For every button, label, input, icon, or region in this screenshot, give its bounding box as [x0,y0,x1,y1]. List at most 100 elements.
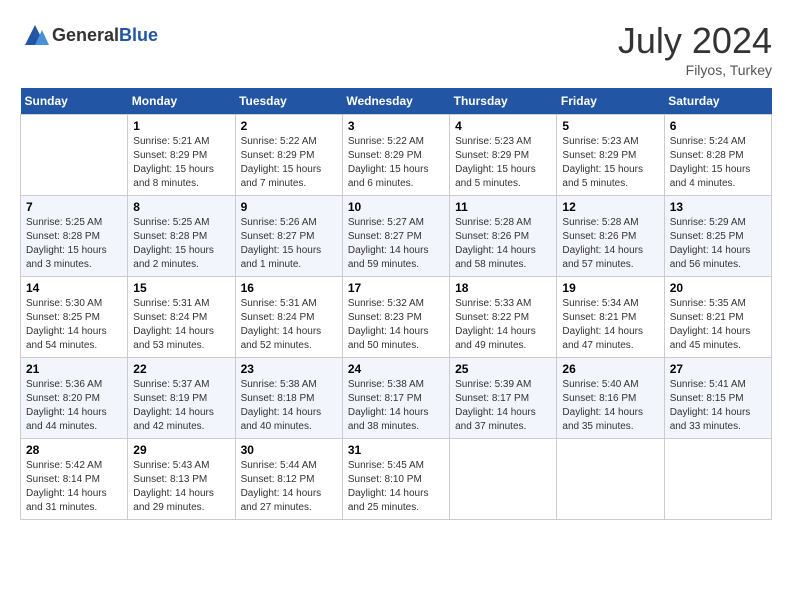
calendar-day-cell: 22Sunrise: 5:37 AM Sunset: 8:19 PM Dayli… [128,358,235,439]
weekday-header-wednesday: Wednesday [342,88,449,115]
calendar-day-cell: 17Sunrise: 5:32 AM Sunset: 8:23 PM Dayli… [342,277,449,358]
calendar-week-row: 14Sunrise: 5:30 AM Sunset: 8:25 PM Dayli… [21,277,772,358]
calendar-day-cell: 18 Sunrise: 5:33 AM Sunset: 8:22 PM Dayli… [450,277,557,358]
calendar-day-cell: 4 Sunrise: 5:23 AM Sunset: 8:29 PM Daylig… [450,115,557,196]
calendar-day-cell: 9 Sunrise: 5:26 AM Sunset: 8:27 PM Daylig… [235,196,342,277]
day-number: 1 [133,119,229,133]
title-block: July 2024 Filyos, Turkey [618,20,772,78]
day-info: Sunrise: 5:25 AM Sunset: 8:28 PM Dayligh… [26,216,122,272]
calendar-day-cell: 24 Sunrise: 5:38 AM Sunset: 8:17 PM Dayli… [342,358,449,439]
day-number: 29 [133,443,229,457]
day-info: Sunrise: 5:33 AM Sunset: 8:22 PM Dayligh… [455,297,551,353]
day-info: Sunrise: 5:44 AM Sunset: 8:12 PM Dayligh… [241,459,337,515]
day-info: Sunrise: 5:23 AM Sunset: 8:29 PM Dayligh… [455,135,551,191]
day-number: 30 [241,443,337,457]
calendar-day-cell: 13Sunrise: 5:29 AM Sunset: 8:25 PM Dayli… [664,196,771,277]
day-info: Sunrise: 5:29 AM Sunset: 8:25 PM Dayligh… [670,216,766,272]
day-number: 19 [562,281,658,295]
month-year-title: July 2024 [618,20,772,62]
calendar-day-cell: 11 Sunrise: 5:28 AM Sunset: 8:26 PM Dayli… [450,196,557,277]
day-number: 5 [562,119,658,133]
calendar-day-cell: 12Sunrise: 5:28 AM Sunset: 8:26 PM Dayli… [557,196,664,277]
day-number: 20 [670,281,766,295]
day-number: 23 [241,362,337,376]
weekday-header-thursday: Thursday [450,88,557,115]
day-number: 15 [133,281,229,295]
calendar-day-cell: 19 Sunrise: 5:34 AM Sunset: 8:21 PM Dayli… [557,277,664,358]
day-info: Sunrise: 5:43 AM Sunset: 8:13 PM Dayligh… [133,459,229,515]
day-number: 7 [26,200,122,214]
calendar-day-cell: 30 Sunrise: 5:44 AM Sunset: 8:12 PM Dayli… [235,439,342,520]
day-info: Sunrise: 5:31 AM Sunset: 8:24 PM Dayligh… [241,297,337,353]
day-info: Sunrise: 5:30 AM Sunset: 8:25 PM Dayligh… [26,297,122,353]
day-info: Sunrise: 5:28 AM Sunset: 8:26 PM Dayligh… [562,216,658,272]
day-info: Sunrise: 5:41 AM Sunset: 8:15 PM Dayligh… [670,378,766,434]
weekday-header-monday: Monday [128,88,235,115]
calendar-day-cell: 29 Sunrise: 5:43 AM Sunset: 8:13 PM Dayli… [128,439,235,520]
day-info: Sunrise: 5:42 AM Sunset: 8:14 PM Dayligh… [26,459,122,515]
day-number: 10 [348,200,444,214]
day-number: 9 [241,200,337,214]
day-info: Sunrise: 5:27 AM Sunset: 8:27 PM Dayligh… [348,216,444,272]
calendar-day-cell: 2Sunrise: 5:22 AM Sunset: 8:29 PM Daylig… [235,115,342,196]
calendar-day-cell: 26 Sunrise: 5:40 AM Sunset: 8:16 PM Dayli… [557,358,664,439]
day-number: 3 [348,119,444,133]
calendar-day-cell: 31Sunrise: 5:45 AM Sunset: 8:10 PM Dayli… [342,439,449,520]
day-info: Sunrise: 5:39 AM Sunset: 8:17 PM Dayligh… [455,378,551,434]
calendar-week-row: 1Sunrise: 5:21 AM Sunset: 8:29 PM Daylig… [21,115,772,196]
calendar-day-cell [450,439,557,520]
weekday-header-friday: Friday [557,88,664,115]
day-info: Sunrise: 5:31 AM Sunset: 8:24 PM Dayligh… [133,297,229,353]
calendar-day-cell: 6Sunrise: 5:24 AM Sunset: 8:28 PM Daylig… [664,115,771,196]
logo-blue-text: Blue [119,25,158,45]
day-number: 4 [455,119,551,133]
day-info: Sunrise: 5:40 AM Sunset: 8:16 PM Dayligh… [562,378,658,434]
calendar-week-row: 28 Sunrise: 5:42 AM Sunset: 8:14 PM Dayli… [21,439,772,520]
calendar-day-cell: 20 Sunrise: 5:35 AM Sunset: 8:21 PM Dayli… [664,277,771,358]
day-number: 18 [455,281,551,295]
calendar-week-row: 7 Sunrise: 5:25 AM Sunset: 8:28 PM Daylig… [21,196,772,277]
day-number: 25 [455,362,551,376]
calendar-day-cell [21,115,128,196]
day-info: Sunrise: 5:38 AM Sunset: 8:17 PM Dayligh… [348,378,444,434]
day-info: Sunrise: 5:36 AM Sunset: 8:20 PM Dayligh… [26,378,122,434]
day-info: Sunrise: 5:25 AM Sunset: 8:28 PM Dayligh… [133,216,229,272]
calendar-day-cell [664,439,771,520]
location-subtitle: Filyos, Turkey [618,62,772,78]
day-number: 31 [348,443,444,457]
logo: GeneralBlue [20,20,158,50]
day-number: 27 [670,362,766,376]
day-info: Sunrise: 5:28 AM Sunset: 8:26 PM Dayligh… [455,216,551,272]
day-info: Sunrise: 5:35 AM Sunset: 8:21 PM Dayligh… [670,297,766,353]
day-info: Sunrise: 5:34 AM Sunset: 8:21 PM Dayligh… [562,297,658,353]
weekday-header-row: SundayMondayTuesdayWednesdayThursdayFrid… [21,88,772,115]
calendar-week-row: 21 Sunrise: 5:36 AM Sunset: 8:20 PM Dayli… [21,358,772,439]
day-number: 24 [348,362,444,376]
day-info: Sunrise: 5:22 AM Sunset: 8:29 PM Dayligh… [241,135,337,191]
weekday-header-saturday: Saturday [664,88,771,115]
calendar-day-cell: 21 Sunrise: 5:36 AM Sunset: 8:20 PM Dayli… [21,358,128,439]
calendar-day-cell [557,439,664,520]
day-number: 26 [562,362,658,376]
day-number: 11 [455,200,551,214]
day-number: 28 [26,443,122,457]
calendar-day-cell: 14Sunrise: 5:30 AM Sunset: 8:25 PM Dayli… [21,277,128,358]
calendar-day-cell: 10 Sunrise: 5:27 AM Sunset: 8:27 PM Dayli… [342,196,449,277]
day-number: 8 [133,200,229,214]
day-number: 21 [26,362,122,376]
calendar-day-cell: 25 Sunrise: 5:39 AM Sunset: 8:17 PM Dayli… [450,358,557,439]
calendar-day-cell: 7 Sunrise: 5:25 AM Sunset: 8:28 PM Daylig… [21,196,128,277]
calendar-day-cell: 27 Sunrise: 5:41 AM Sunset: 8:15 PM Dayli… [664,358,771,439]
calendar-day-cell: 16 Sunrise: 5:31 AM Sunset: 8:24 PM Dayli… [235,277,342,358]
day-number: 16 [241,281,337,295]
weekday-header-tuesday: Tuesday [235,88,342,115]
day-info: Sunrise: 5:23 AM Sunset: 8:29 PM Dayligh… [562,135,658,191]
calendar-day-cell: 1Sunrise: 5:21 AM Sunset: 8:29 PM Daylig… [128,115,235,196]
calendar-day-cell: 15 Sunrise: 5:31 AM Sunset: 8:24 PM Dayli… [128,277,235,358]
page-header: GeneralBlue July 2024 Filyos, Turkey [20,20,772,78]
day-info: Sunrise: 5:38 AM Sunset: 8:18 PM Dayligh… [241,378,337,434]
calendar-day-cell: 5 Sunrise: 5:23 AM Sunset: 8:29 PM Daylig… [557,115,664,196]
weekday-header-sunday: Sunday [21,88,128,115]
day-info: Sunrise: 5:24 AM Sunset: 8:28 PM Dayligh… [670,135,766,191]
day-info: Sunrise: 5:26 AM Sunset: 8:27 PM Dayligh… [241,216,337,272]
